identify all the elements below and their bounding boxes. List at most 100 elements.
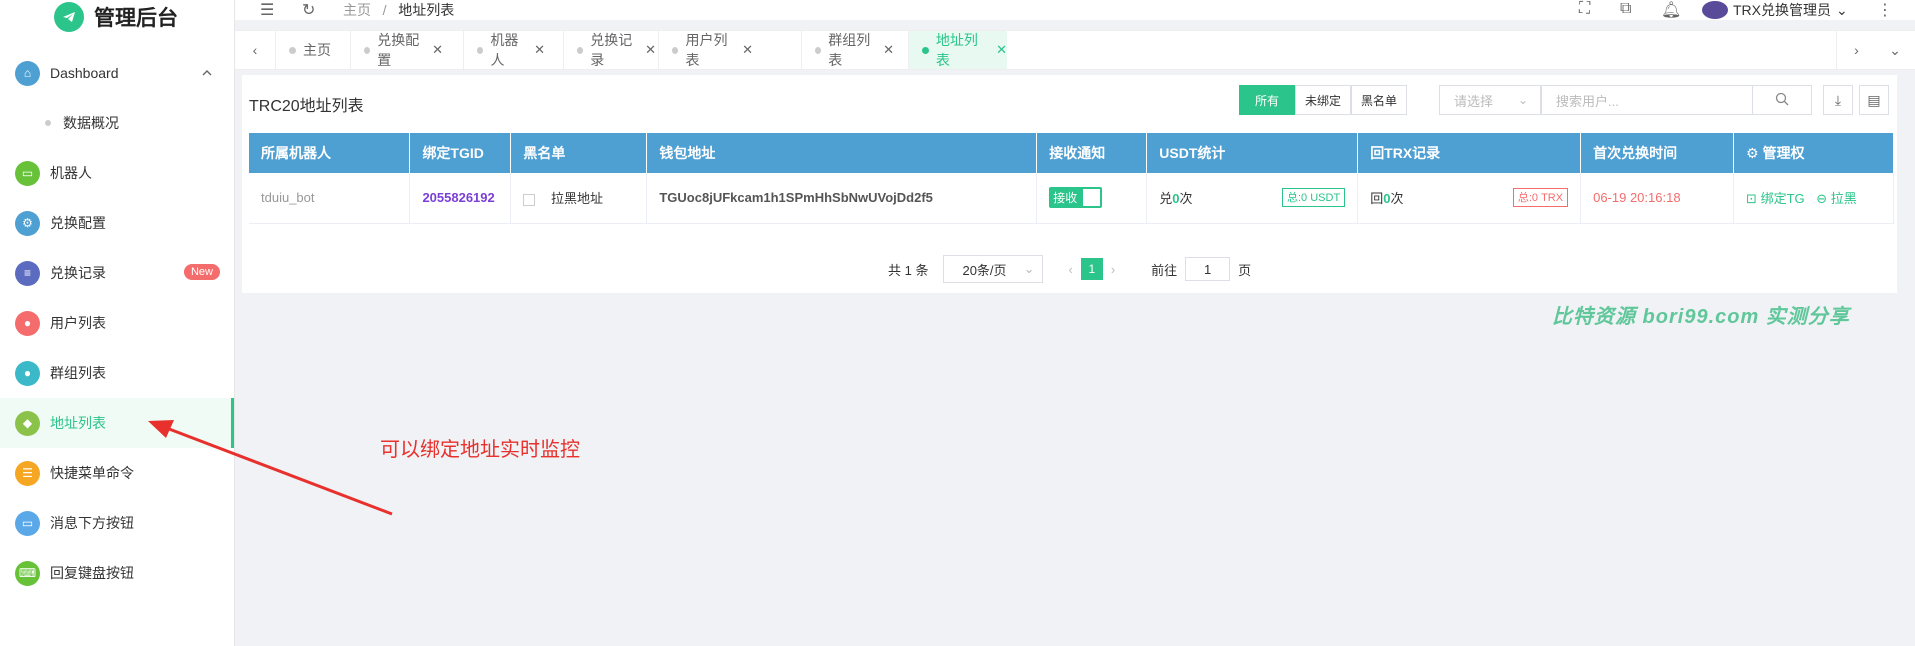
tab-addresses[interactable]: 地址列表 ✕ [908, 31, 1007, 69]
col-header-wallet: 钱包地址 [646, 133, 1038, 173]
minus-circle-icon: ⊖ [1816, 191, 1828, 207]
sidebar-item-users[interactable]: ● 用户列表 [0, 298, 234, 348]
col-header-usdt: USDT统计 [1146, 133, 1359, 173]
address-table: 所属机器人 绑定TGID 黑名单 钱包地址 接收通知 USDT统计 回TRX记录… [249, 133, 1894, 224]
tab-exchange-records[interactable]: 兑换记录 ✕ [563, 31, 656, 69]
prev-page-icon[interactable]: ‹ [1068, 262, 1072, 277]
tab-label: 兑换记录 [590, 32, 633, 68]
logo[interactable]: 管理后台 [0, 0, 234, 34]
trx-count: 回0次 [1370, 191, 1404, 207]
tab-users[interactable]: 用户列表 ✕ [658, 31, 753, 69]
close-icon[interactable]: ✕ [432, 42, 443, 58]
filter-all-button[interactable]: 所有 [1239, 85, 1295, 115]
sidebar-item-label: 地址列表 [50, 415, 106, 431]
search-input[interactable]: 搜索用户... [1541, 85, 1753, 115]
tab-dot-icon [577, 46, 584, 54]
table-row: tduiu_bot 2055826192 拉黑地址 TGUoc8jUFkcam1… [249, 173, 1894, 224]
cell-actions: ⊡ 绑定TG ⊖ 拉黑 [1733, 173, 1894, 224]
tab-groups[interactable]: 群组列表 ✕ [801, 31, 894, 69]
block-button[interactable]: ⊖ 拉黑 [1816, 191, 1857, 206]
settings-icon: ⚙ [15, 210, 40, 236]
col-header-blacklist: 黑名单 [510, 133, 648, 173]
chevron-down-icon: ⌄ [1023, 261, 1035, 276]
tab-exchange-config[interactable]: 兑换配置 ✕ [350, 31, 443, 69]
bullet-icon [45, 120, 51, 126]
sidebar-item-groups[interactable]: ● 群组列表 [0, 348, 234, 398]
page-size-value: 20条/页 [962, 262, 1007, 278]
user-menu[interactable]: TRX兑换管理员 ⌄ [1702, 0, 1848, 20]
telegram-logo-icon [54, 2, 84, 32]
tab-dot-icon [477, 46, 484, 54]
tabs-scroll-left-icon[interactable]: ‹ [235, 31, 275, 69]
page-unit-label: 页 [1238, 262, 1252, 278]
sidebar-item-dashboard[interactable]: ⌂ Dashboard [0, 48, 234, 98]
more-vertical-icon[interactable]: ⋮ [1877, 0, 1893, 20]
breadcrumb-home[interactable]: 主页 [343, 2, 371, 18]
bind-tg-button[interactable]: ⊡ 绑定TG [1746, 191, 1808, 206]
close-icon[interactable]: ✕ [883, 42, 894, 58]
filter-unbound-button[interactable]: 未绑定 [1295, 85, 1351, 115]
goto-page-input[interactable]: 1 [1185, 257, 1231, 281]
app-title: 管理后台 [94, 7, 178, 30]
bell-icon[interactable]: 🔔︎ [1661, 0, 1681, 20]
bot-select[interactable]: 请选择 ⌄ [1439, 85, 1541, 115]
goto-label: 前往 [1151, 262, 1178, 278]
breadcrumb-separator: / [382, 2, 387, 18]
close-icon[interactable]: ✕ [645, 42, 656, 58]
new-badge: New [183, 264, 220, 280]
sidebar-subitem-overview[interactable]: 数据概况 [0, 98, 234, 148]
download-button[interactable]: ⤓ [1823, 85, 1853, 115]
close-icon[interactable]: ✕ [534, 42, 545, 58]
tab-dot-icon [922, 46, 929, 54]
address-icon: ◆ [15, 410, 40, 436]
collapse-menu-icon[interactable]: ☰ [260, 0, 274, 20]
tab-robots[interactable]: 机器人 ✕ [463, 31, 545, 69]
column-settings-icon: ▤ [1867, 91, 1881, 108]
tabs-dropdown-icon[interactable]: ⌄ [1875, 31, 1915, 69]
search-icon [1775, 92, 1789, 109]
breadcrumb: 主页 / 地址列表 [343, 0, 454, 20]
toggle-knob [1083, 189, 1101, 207]
close-icon[interactable]: ✕ [742, 42, 753, 58]
sidebar-item-label: Dashboard [50, 65, 119, 81]
avatar [1702, 1, 1728, 19]
column-settings-button[interactable]: ▤ [1859, 85, 1889, 115]
sidebar-item-reply-keyboard[interactable]: ⌨ 回复键盘按钮 [0, 548, 234, 598]
blacklist-checkbox[interactable] [523, 193, 536, 206]
watermark: 比特资源 bori99.com 实测分享 [1552, 306, 1850, 328]
usdt-count: 兑0次 [1159, 191, 1193, 207]
menu-command-icon: ☰ [15, 460, 40, 486]
col-header-trx: 回TRX记录 [1357, 133, 1582, 173]
sidebar-item-exchange-records[interactable]: ≡ 兑换记录 New [0, 248, 234, 298]
tab-home[interactable]: 主页 [275, 31, 338, 69]
select-placeholder: 请选择 [1454, 93, 1494, 109]
translate-icon[interactable]: ⧉ [1620, 0, 1631, 18]
tabs-scroll-right-icon[interactable]: › [1836, 31, 1876, 69]
tab-dot-icon [289, 46, 296, 54]
robot-icon: ▭ [15, 160, 40, 186]
fullscreen-icon[interactable]: ⛶ [1579, 0, 1590, 18]
col-header-first-time: 首次兑换时间 [1580, 133, 1735, 173]
cell-bot: tduiu_bot [249, 173, 411, 224]
close-icon[interactable]: ✕ [996, 42, 1007, 58]
download-icon: ⤓ [1834, 91, 1842, 108]
cell-trx-records: 回0次 总:0 TRX [1357, 173, 1582, 224]
sidebar-item-robots[interactable]: ▭ 机器人 [0, 148, 234, 198]
chevron-up-icon [202, 65, 212, 81]
home-icon: ⌂ [15, 60, 40, 86]
sidebar-item-exchange-config[interactable]: ⚙ 兑换配置 [0, 198, 234, 248]
refresh-icon[interactable]: ↻ [302, 0, 315, 20]
filter-blacklist-button[interactable]: 黑名单 [1351, 85, 1407, 115]
sidebar-item-label: 用户列表 [50, 315, 106, 331]
blacklist-label: 拉黑地址 [551, 191, 604, 207]
tab-dot-icon [364, 46, 371, 54]
cell-tgid[interactable]: 2055826192 [409, 173, 512, 224]
document-icon: ≡ [15, 260, 40, 286]
search-button[interactable] [1752, 85, 1812, 115]
col-header-admin-label: 管理权 [1762, 145, 1805, 161]
next-page-icon[interactable]: › [1111, 262, 1115, 277]
page-size-select[interactable]: 20条/页 ⌄ [943, 255, 1044, 283]
notify-toggle[interactable]: 接收 [1049, 187, 1103, 209]
chevron-down-icon: ⌄ [1517, 93, 1528, 107]
page-number-current[interactable]: 1 [1080, 258, 1103, 280]
